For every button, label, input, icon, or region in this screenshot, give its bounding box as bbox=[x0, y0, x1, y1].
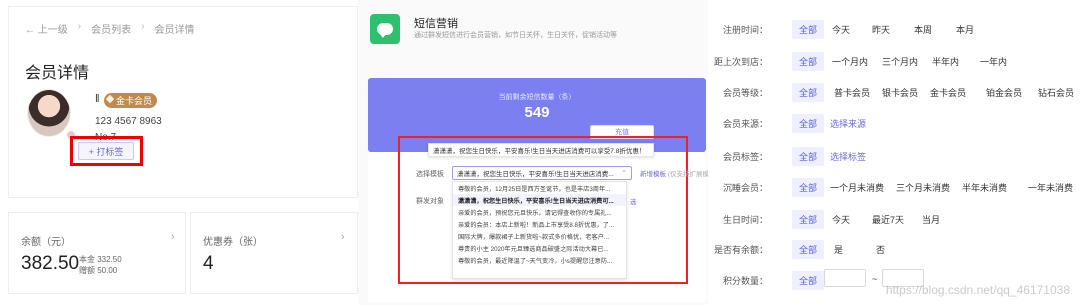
filter-option[interactable]: 全部 bbox=[792, 20, 825, 39]
filter-option[interactable]: 钻石会员 bbox=[1038, 86, 1074, 99]
new-template-link[interactable]: 新增模板 (仅支持扩展模板) bbox=[640, 168, 718, 178]
member-level-badge: 金卡会员 bbox=[104, 93, 158, 108]
filter-option[interactable]: 全部 bbox=[792, 83, 825, 102]
template-select[interactable]: 潇潇潇，祝您生日快乐，平安喜乐!生日当天进店消费... ⌃ bbox=[452, 166, 632, 180]
filter-option[interactable]: 一年未消费 bbox=[1028, 181, 1073, 194]
filter-option[interactable]: 选择来源 bbox=[830, 117, 866, 130]
balance-card[interactable]: 余额（元） › 382.50 本金 332.50 赠额 50.00 bbox=[8, 212, 186, 294]
filter-option[interactable]: 全部 bbox=[792, 52, 825, 71]
filter-option[interactable]: 三个月内 bbox=[882, 55, 918, 68]
balance-value: 382.50 bbox=[21, 253, 80, 274]
chevron-right-icon: › bbox=[171, 231, 175, 243]
member-filter-panel: 注册时间： 全部 今天 昨天 本周 本月 距上次到店： 全部 一个月内 三个月内 半年内 一年内 会员等… bbox=[708, 0, 1080, 305]
template-option[interactable]: 尊敬的会员，12月25日是西方圣诞节，也是丰店3周年... bbox=[453, 182, 626, 194]
filter-option[interactable]: 三个月未消费 bbox=[896, 181, 950, 194]
filter-label: 注册时间： bbox=[722, 25, 768, 35]
filter-option[interactable]: 一个月未消费 bbox=[830, 181, 884, 194]
filter-option[interactable]: 普卡会员 bbox=[834, 86, 870, 99]
filter-option[interactable]: 全部 bbox=[792, 178, 825, 197]
filter-option[interactable]: 全部 bbox=[792, 271, 825, 290]
page-title: 会员详情 bbox=[25, 65, 90, 82]
template-label: 选择模板 bbox=[416, 171, 444, 178]
filter-label: 生日时间： bbox=[722, 215, 768, 225]
filter-option[interactable]: 最近7天 bbox=[872, 213, 904, 226]
filter-option[interactable]: 是 bbox=[834, 243, 843, 256]
new-template-label: 新增模板 bbox=[640, 171, 666, 178]
coupon-label: 优惠券（张） bbox=[203, 237, 263, 248]
avatar bbox=[27, 89, 71, 137]
filter-option[interactable]: 今天 bbox=[832, 213, 850, 226]
sms-chat-icon bbox=[370, 14, 400, 44]
target-label: 群发对象 bbox=[416, 198, 444, 205]
template-option[interactable]: 亲爱的会员，预祝您元旦快乐，请记得查收你的专属礼... bbox=[453, 206, 626, 218]
filter-label: 会员等级： bbox=[722, 88, 768, 98]
filter-option[interactable]: 今天 bbox=[832, 23, 850, 36]
points-min-input[interactable] bbox=[824, 269, 866, 287]
sms-title: 短信营销 bbox=[414, 18, 458, 30]
member-phone: 123 4567 8963 bbox=[95, 116, 162, 127]
template-select-value: 潇潇潇，祝您生日快乐，平安喜乐!生日当天进店消费... bbox=[457, 171, 614, 178]
balance-breakdown: 本金 332.50 赠额 50.00 bbox=[79, 254, 122, 276]
filter-label: 沉睡会员： bbox=[722, 183, 768, 193]
breadcrumb-separator: › bbox=[141, 21, 145, 32]
breadcrumb-current: 会员详情 bbox=[154, 25, 195, 36]
remaining-sms-value: 549 bbox=[524, 104, 550, 121]
filter-option[interactable]: 本周 bbox=[914, 23, 932, 36]
breadcrumb-separator: › bbox=[77, 21, 82, 32]
chevron-up-icon: ⌃ bbox=[621, 170, 627, 177]
range-separator: ~ bbox=[872, 274, 878, 284]
balance-principal: 本金 332.50 bbox=[79, 255, 122, 264]
member-name: ‖ bbox=[95, 93, 101, 105]
filter-option[interactable]: 选择标签 bbox=[830, 150, 866, 163]
balance-label: 余额（元） bbox=[21, 237, 71, 248]
filter-option[interactable]: 昨天 bbox=[872, 23, 890, 36]
filter-option[interactable]: 当月 bbox=[922, 213, 940, 226]
breadcrumb: ← 上一级 › 会员列表 › 会员详情 bbox=[25, 21, 194, 36]
coupon-card[interactable]: 优惠券（张） › 4 bbox=[190, 212, 358, 294]
template-option[interactable]: 尊贵的小主 2020年元旦臻选商品破盛之际活动大幕已... bbox=[453, 242, 626, 254]
filter-option[interactable]: 一个月内 bbox=[832, 55, 868, 68]
template-option[interactable]: 潇潇潇，祝您生日快乐，平安喜乐!生日当天进店消费可... bbox=[453, 194, 626, 206]
filter-option[interactable]: 银卡会员 bbox=[882, 86, 918, 99]
member-level-label: 金卡会员 bbox=[116, 96, 153, 106]
filter-label: 积分数量： bbox=[722, 276, 768, 286]
filter-option[interactable]: 半年未消费 bbox=[962, 181, 1007, 194]
sms-description: 通过群发短信进行会员营销，如节日关怀，生日关怀，促销活动等 bbox=[414, 32, 617, 39]
filter-label: 是否有余额： bbox=[713, 245, 768, 255]
filter-option[interactable]: 全部 bbox=[792, 147, 825, 166]
filter-option[interactable]: 半年内 bbox=[932, 55, 959, 68]
chevron-right-icon: › bbox=[341, 231, 345, 243]
balance-bonus: 赠额 50.00 bbox=[79, 266, 118, 275]
filter-option[interactable]: 全部 bbox=[792, 240, 825, 259]
template-option[interactable]: 国际大牌，爆款裙子上新货啦~款式多价格优，老客户... bbox=[453, 230, 626, 242]
member-detail-panel: ← 上一级 › 会员列表 › 会员详情 会员详情 ‖ 金卡会员 123 4567… bbox=[8, 6, 358, 198]
target-select-link[interactable]: 选 bbox=[630, 196, 637, 206]
filter-option[interactable]: 否 bbox=[876, 243, 885, 256]
filter-option[interactable]: 一年内 bbox=[980, 55, 1007, 68]
filter-option[interactable]: 本月 bbox=[956, 23, 974, 36]
filter-label: 会员来源： bbox=[722, 119, 768, 129]
watermark: https://blog.csdn.net/qq_46171038 bbox=[885, 283, 1070, 297]
coupon-value: 4 bbox=[203, 253, 214, 274]
template-option[interactable]: 尊敬的会员，最近降温了~天气变冷，小s提醒您注意防... bbox=[453, 254, 626, 266]
filter-option[interactable]: 金卡会员 bbox=[930, 86, 966, 99]
template-option[interactable]: 亲爱的会员：本店上新啦！新品上市享受8.8折优惠，了... bbox=[453, 218, 626, 230]
remaining-sms-label: 当前剩余短信数量（条） bbox=[498, 94, 576, 101]
filter-label: 会员标签： bbox=[722, 152, 768, 162]
filter-option[interactable]: 全部 bbox=[792, 210, 825, 229]
filter-label: 距上次到店： bbox=[713, 57, 768, 67]
filter-option[interactable]: 全部 bbox=[792, 114, 825, 133]
filter-option[interactable]: 铂金会员 bbox=[986, 86, 1022, 99]
template-dropdown: 尊敬的会员，12月25日是西方圣诞节，也是丰店3周年... 潇潇潇，祝您生日快乐，… bbox=[452, 181, 627, 279]
breadcrumb-back-link[interactable]: ← 上一级 bbox=[25, 21, 68, 36]
diamond-icon bbox=[105, 94, 115, 104]
template-preview-bubble: 潇潇潇，祝您生日快乐，平安喜乐!生日当天进店消费可以享受7.8折优惠！ bbox=[428, 143, 654, 157]
add-tag-button[interactable]: + 打标签 bbox=[78, 142, 134, 160]
breadcrumb-member-list-link[interactable]: 会员列表 bbox=[91, 21, 131, 36]
